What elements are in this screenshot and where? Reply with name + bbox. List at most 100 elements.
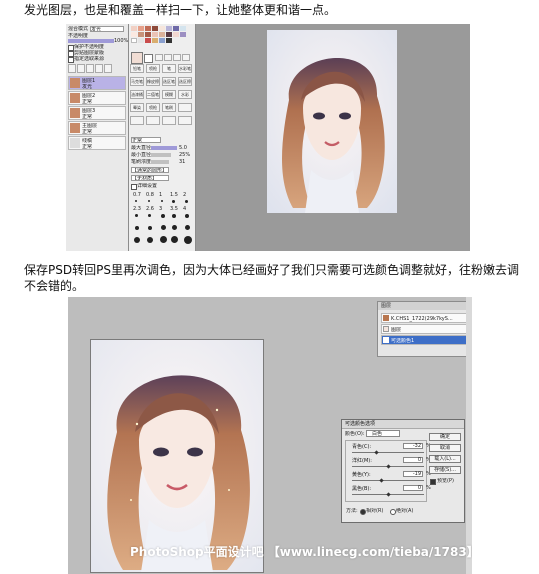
tool-panel: 铅笔 喷枪 笔 水彩笔 马克笔 橡皮擦 选区笔 选区擦 油漆桶 二值笔 模糊 水… <box>129 24 196 251</box>
paragraph-2: 保存PSD转回PS里再次调色，因为大体已经画好了我们只需要可选颜色调整就好，往粉… <box>24 263 519 293</box>
brush-size-presets[interactable]: 0.7 0.8 1 1.5 2 2.3 2.6 3 3.5 4 <box>131 192 193 250</box>
brush-size-label: 4 <box>183 206 187 212</box>
layer-row[interactable]: K.CHS1_1722(29k7kyS... <box>381 313 467 323</box>
sai-screenshot: 混合模式 发光 不透明度 100% 保护不透明度 剪贴图层蒙版 指定选取来源 图… <box>66 24 470 251</box>
select-rect-icon[interactable] <box>155 54 163 61</box>
tool-button[interactable]: 选区擦 <box>178 77 192 86</box>
tool-button[interactable]: 笔刷 <box>162 103 176 112</box>
tool-button[interactable]: 油漆桶 <box>130 90 144 99</box>
tool-button[interactable]: 铅笔 <box>130 64 144 73</box>
tool-button[interactable]: 笔 <box>162 64 176 73</box>
tool-button[interactable]: 水彩 <box>178 90 192 99</box>
colors-select[interactable]: 白色 <box>366 430 400 437</box>
layer-thumbnail <box>383 315 389 321</box>
tool-button[interactable]: 二值笔 <box>146 90 160 99</box>
tool-button[interactable]: 选区笔 <box>162 77 176 86</box>
layer-mode: 正常 <box>82 144 93 150</box>
layer-thumbnail <box>70 78 80 88</box>
percent-sign: % <box>426 485 431 491</box>
lasso-icon[interactable] <box>164 54 172 61</box>
black-value[interactable]: 0 <box>403 485 423 491</box>
cyan-knob[interactable] <box>374 450 379 455</box>
min-size-label: 最小直径 <box>131 152 152 158</box>
dialog-title: 可选颜色选项 <box>342 420 464 429</box>
layer-thumbnail <box>70 138 80 148</box>
selection-tools <box>155 54 191 61</box>
tool-button[interactable]: 喷枪 <box>146 103 160 112</box>
color-swatches[interactable] <box>131 26 193 50</box>
brush-size-label: 2.6 <box>146 206 154 212</box>
ok-button[interactable]: 确定 <box>429 433 461 441</box>
check-label: 指定选取来源 <box>74 56 105 62</box>
tool-button[interactable] <box>178 116 192 125</box>
magenta-value[interactable]: 0 <box>403 457 423 463</box>
tool-button[interactable]: 模糊 <box>162 90 176 99</box>
detail-settings-label: 详细设置 <box>137 183 158 189</box>
relative-label: 相对(R) <box>366 508 384 514</box>
density-slider[interactable] <box>151 160 169 164</box>
cyan-label: 青色(C): <box>352 444 372 450</box>
layer-thumbnail <box>70 93 80 103</box>
brush-size-label: 2.3 <box>133 206 141 212</box>
blend-mode-select[interactable]: 发光 <box>90 26 124 32</box>
tool-button[interactable] <box>130 116 144 125</box>
preview-label: 预览(P) <box>437 478 454 484</box>
layer-thumbnail <box>70 108 80 118</box>
magic-wand-icon[interactable] <box>173 54 181 61</box>
save-button[interactable]: 存储(S)... <box>429 466 461 474</box>
new-layer-icon[interactable] <box>68 64 76 73</box>
yellow-value[interactable]: -19 <box>403 471 423 477</box>
layer-item[interactable]: 图层2 正常 <box>68 91 126 105</box>
brush-size-label: 0.8 <box>146 192 154 198</box>
eyedropper-icon[interactable] <box>182 54 190 61</box>
secondary-color[interactable] <box>144 54 153 63</box>
layer-row[interactable]: 图层 <box>381 324 467 334</box>
size-slider[interactable] <box>151 146 177 150</box>
layer-item[interactable]: 线稿 正常 <box>68 136 126 150</box>
layer-row[interactable]: 可选颜色1 <box>381 335 467 345</box>
yellow-slider[interactable] <box>352 480 424 481</box>
tool-button[interactable]: 橡皮擦 <box>146 77 160 86</box>
layer-toolbar <box>68 64 126 73</box>
density-value: 31 <box>179 159 186 165</box>
opacity-slider[interactable] <box>68 39 114 43</box>
tool-button[interactable]: 水彩笔 <box>178 64 192 73</box>
layer-thumbnail <box>383 326 389 332</box>
tool-button[interactable] <box>146 116 160 125</box>
new-folder-icon[interactable] <box>77 64 85 73</box>
layer-item[interactable]: 主图层 正常 <box>68 121 126 135</box>
cyan-slider[interactable] <box>352 452 424 453</box>
ps-canvas[interactable] <box>90 339 264 573</box>
cancel-button[interactable]: 取消 <box>429 444 461 452</box>
delete-layer-icon[interactable] <box>104 64 112 73</box>
cyan-value[interactable]: -32 <box>403 443 423 449</box>
tool-button[interactable]: 马克笔 <box>130 77 144 86</box>
method-label: 方法: <box>346 508 358 514</box>
tool-button[interactable]: 晕染 <box>130 103 144 112</box>
adjustment-group: 青色(C): -32 % 洋红(M): 0 % 黄色(Y): -19 % 黑色(… <box>345 440 431 502</box>
primary-color[interactable] <box>131 52 143 64</box>
tool-button[interactable] <box>162 116 176 125</box>
sai-canvas[interactable] <box>267 30 397 213</box>
brush-texture-select[interactable]: 【无材质】 <box>131 175 169 181</box>
layer-item[interactable]: 图层3 正常 <box>68 106 126 120</box>
copy-layer-icon[interactable] <box>86 64 94 73</box>
preview-checkbox[interactable] <box>430 479 436 485</box>
black-knob[interactable] <box>386 492 391 497</box>
brush-mode-select[interactable]: 正常 <box>131 137 161 143</box>
yellow-knob[interactable] <box>379 478 384 483</box>
tool-button[interactable] <box>178 103 192 112</box>
yellow-label: 黄色(Y): <box>352 472 371 478</box>
tool-button[interactable]: 喷枪 <box>146 64 160 73</box>
magenta-knob[interactable] <box>386 464 391 469</box>
absolute-label: 绝对(A) <box>396 508 414 514</box>
brush-tool-grid: 铅笔 喷枪 笔 水彩笔 马克笔 橡皮擦 选区笔 选区擦 油漆桶 二值笔 模糊 水… <box>130 64 194 134</box>
brush-size-label: 1 <box>159 192 163 198</box>
min-size-slider[interactable] <box>151 153 171 157</box>
density-label: 笔刷浓度 <box>131 159 152 165</box>
merge-layer-icon[interactable] <box>95 64 103 73</box>
load-button[interactable]: 载入(L)... <box>429 455 461 463</box>
layer-item[interactable]: 图层1 发光 <box>68 76 126 90</box>
brush-shape-select[interactable]: 【通常的圆形】 <box>131 167 169 173</box>
magenta-label: 洋红(M): <box>352 458 372 464</box>
